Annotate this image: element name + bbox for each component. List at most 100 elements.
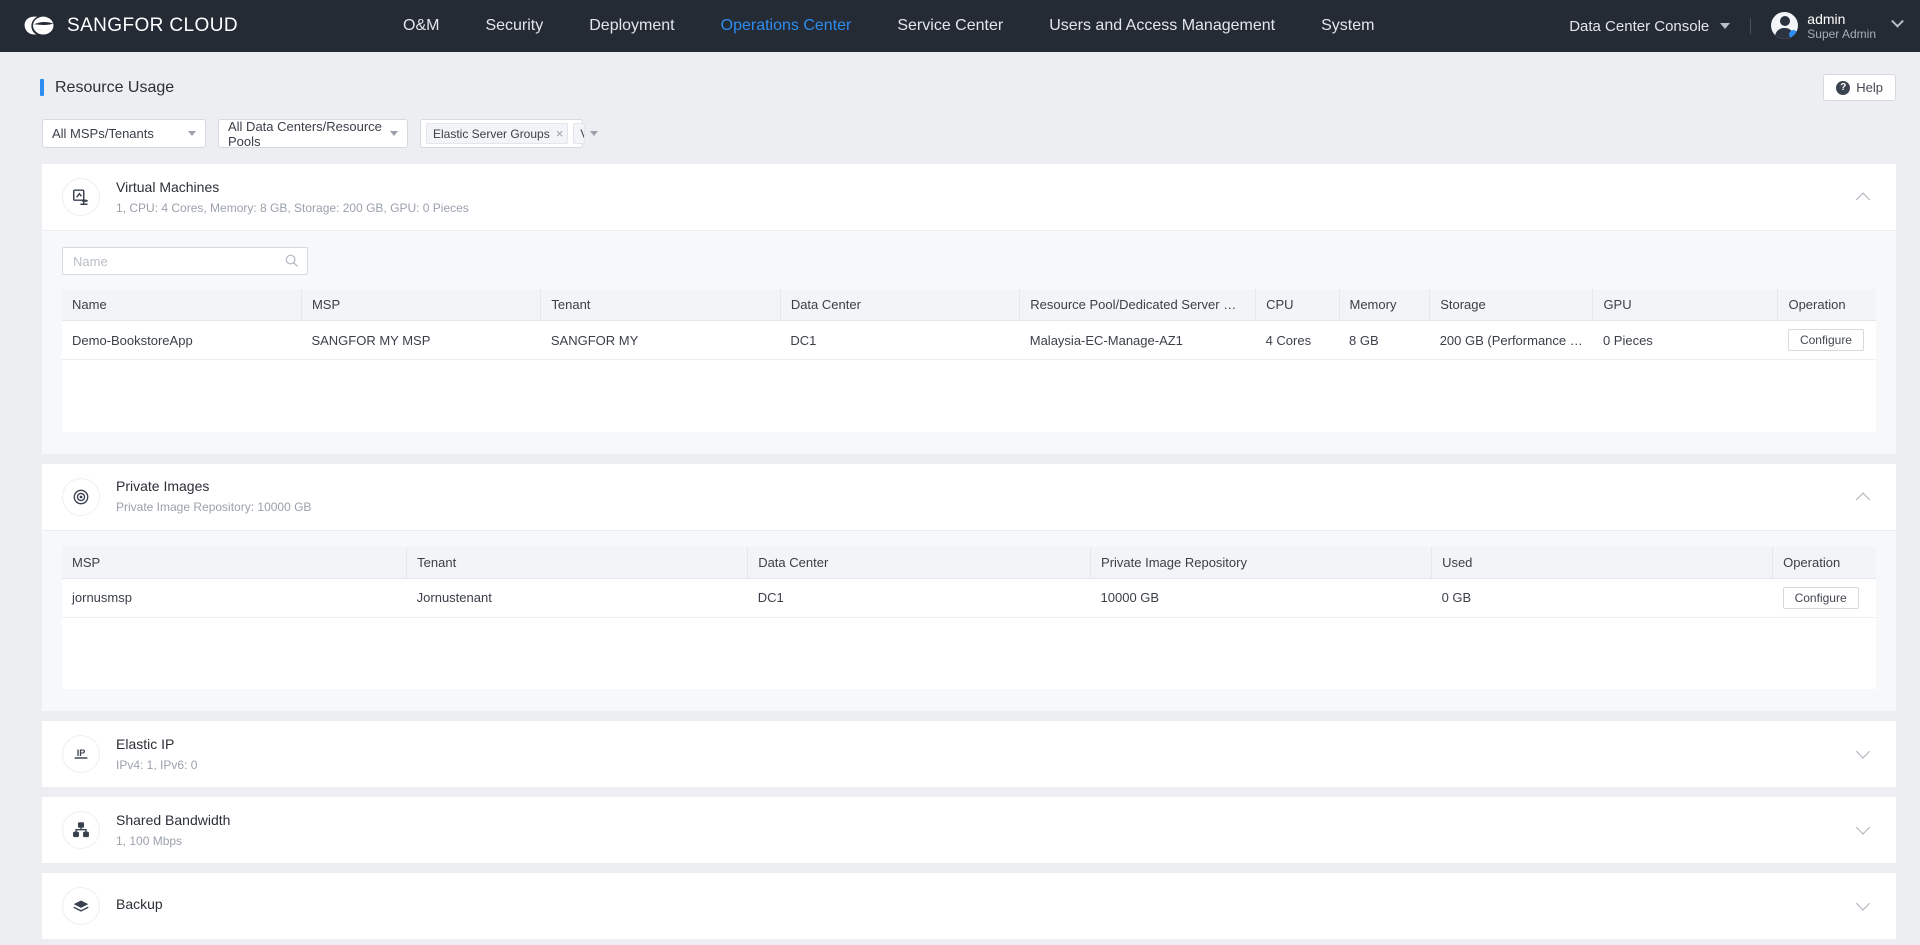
vm-col-msp: MSP <box>301 289 542 321</box>
vm-cell-memory: 8 GB <box>1339 320 1430 360</box>
configure-button[interactable]: Configure <box>1782 586 1859 609</box>
msp-tenant-filter-value: All MSPs/Tenants <box>52 126 154 141</box>
page-title: Resource Usage <box>55 78 175 96</box>
chevron-down-icon[interactable] <box>1855 820 1871 835</box>
chevron-down-icon <box>590 131 599 136</box>
pi-cell-private-image-repository: 10000 GB <box>1090 578 1432 618</box>
pi-table-header-row: MSP Tenant Data Center Private Image Rep… <box>62 546 1876 579</box>
chevron-down-icon <box>188 131 196 136</box>
vm-cell-data-center: DC1 <box>780 320 1020 360</box>
nav-item-security[interactable]: Security <box>462 0 566 52</box>
chevron-up-icon[interactable] <box>1855 192 1871 207</box>
resource-type-filter[interactable]: Elastic Server Groups × Vi <box>420 119 599 148</box>
section-subtitle: 1, CPU: 4 Cores, Memory: 8 GB, Storage: … <box>116 200 469 215</box>
chevron-up-icon[interactable] <box>1855 491 1871 507</box>
section-header-shared-bandwidth[interactable]: Shared Bandwidth 1, 100 Mbps <box>42 797 1896 863</box>
vm-cell-tenant: SANGFOR MY <box>540 320 781 360</box>
search-icon[interactable] <box>284 253 299 268</box>
section-header-backup[interactable]: Backup <box>42 873 1896 939</box>
avatar <box>1771 12 1799 40</box>
pi-col-msp: MSP <box>62 546 408 579</box>
help-button[interactable]: ? Help <box>1823 74 1896 101</box>
filter-tag-label: Elastic Server Groups <box>433 126 550 141</box>
pi-col-operation: Operation <box>1772 546 1876 579</box>
vm-col-cpu: CPU <box>1255 289 1340 321</box>
pi-col-data-center: Data Center <box>747 546 1092 579</box>
help-button-label: Help <box>1856 80 1883 95</box>
nav-right: Data Center Console admin Super Admin <box>1569 0 1904 52</box>
vm-table: Name MSP Tenant Data Center Resource Poo… <box>62 289 1876 432</box>
section-header-virtual-machines[interactable]: Virtual Machines 1, CPU: 4 Cores, Memory… <box>42 164 1896 230</box>
nav-item-deployment[interactable]: Deployment <box>566 0 697 52</box>
user-menu[interactable]: admin Super Admin <box>1771 10 1904 42</box>
virtual-machine-icon <box>62 178 100 216</box>
vm-cell-gpu: 0 Pieces <box>1592 320 1778 360</box>
nav-item-service-center[interactable]: Service Center <box>874 0 1026 52</box>
section-backup: Backup <box>42 873 1896 939</box>
pi-cell-msp: jornusmsp <box>62 578 407 618</box>
section-elastic-ip: IP Elastic IP IPv4: 1, IPv6: 0 <box>42 721 1896 787</box>
vm-cell-msp: SANGFOR MY MSP <box>301 320 541 360</box>
cloud-logo-icon <box>22 13 56 39</box>
vm-col-storage: Storage <box>1429 289 1594 321</box>
section-subtitle: IPv4: 1, IPv6: 0 <box>116 757 198 772</box>
table-filler-cell <box>62 617 1876 689</box>
user-name: admin <box>1807 10 1846 27</box>
datacenter-filter-value: All Data Centers/Resource Pools <box>228 118 382 149</box>
nav-item-operations-center[interactable]: Operations Center <box>698 0 875 52</box>
section-title: Backup <box>116 896 163 913</box>
question-mark-icon: ? <box>1836 80 1851 95</box>
brand[interactable]: SANGFOR CLOUD <box>0 13 380 39</box>
vm-cell-operation: Configure <box>1777 320 1876 360</box>
vm-cell-name: Demo-BookstoreApp <box>62 320 302 360</box>
vm-col-resource-pool: Resource Pool/Dedicated Server Group <box>1019 289 1257 321</box>
elastic-ip-icon: IP <box>62 735 100 773</box>
chevron-down-icon <box>1891 15 1904 29</box>
nav-item-system[interactable]: System <box>1298 0 1397 52</box>
filter-tag-elastic-server-groups[interactable]: Elastic Server Groups × <box>426 123 569 144</box>
nav-items: O&M Security Deployment Operations Cente… <box>380 0 1397 52</box>
table-filler-row <box>62 359 1876 432</box>
private-image-icon <box>62 477 100 516</box>
filter-bar: All MSPs/Tenants All Data Centers/Resour… <box>0 101 1920 149</box>
section-body-private-images: MSP Tenant Data Center Private Image Rep… <box>42 529 1896 711</box>
vm-search-input[interactable] <box>62 247 308 275</box>
chevron-down-icon[interactable] <box>1855 744 1871 759</box>
page-title-wrap: Resource Usage <box>40 79 174 97</box>
divider <box>1750 18 1752 34</box>
vm-table-header-row: Name MSP Tenant Data Center Resource Poo… <box>62 289 1876 321</box>
table-row[interactable]: Demo-BookstoreApp SANGFOR MY MSP SANGFOR… <box>62 320 1876 360</box>
vm-cell-storage: 200 GB (Performance S... <box>1429 320 1593 360</box>
vm-col-operation: Operation <box>1777 289 1876 321</box>
section-subtitle: 1, 100 Mbps <box>116 833 183 848</box>
nav-item-om[interactable]: O&M <box>380 0 462 52</box>
pi-cell-operation: Configure <box>1772 578 1876 618</box>
table-filler-row <box>62 617 1876 689</box>
nav-item-users-and-access-management[interactable]: Users and Access Management <box>1026 0 1298 52</box>
pi-col-tenant: Tenant <box>406 546 749 579</box>
section-header-elastic-ip[interactable]: IP Elastic IP IPv4: 1, IPv6: 0 <box>42 721 1896 787</box>
msp-tenant-filter[interactable]: All MSPs/Tenants <box>42 119 206 148</box>
section-header-private-images[interactable]: Private Images Private Image Repository:… <box>42 464 1896 530</box>
table-row[interactable]: jornusmsp Jornustenant DC1 10000 GB 0 GB… <box>62 578 1876 618</box>
pi-cell-used: 0 GB <box>1431 578 1773 618</box>
chevron-down-icon <box>1720 23 1731 29</box>
page-header: Resource Usage ? Help <box>0 52 1920 101</box>
vm-col-memory: Memory <box>1339 289 1431 321</box>
chevron-down-icon[interactable] <box>1855 896 1871 911</box>
section-private-images: Private Images Private Image Repository:… <box>42 463 1896 711</box>
pi-col-private-image-repository: Private Image Repository <box>1090 546 1433 579</box>
svg-text:IP: IP <box>77 748 86 758</box>
section-title: Private Images <box>116 478 210 495</box>
section-body-virtual-machines: Name MSP Tenant Data Center Resource Poo… <box>42 230 1896 454</box>
filter-tag-overflow[interactable]: Vi <box>573 123 586 144</box>
user-role: Super Admin <box>1807 27 1876 42</box>
close-icon[interactable]: × <box>556 127 564 140</box>
pi-cell-tenant: Jornustenant <box>406 578 748 618</box>
vm-col-tenant: Tenant <box>540 289 781 321</box>
datacenter-filter[interactable]: All Data Centers/Resource Pools <box>218 118 408 149</box>
configure-button[interactable]: Configure <box>1787 329 1864 351</box>
section-title: Elastic IP <box>116 735 175 752</box>
console-selector[interactable]: Data Center Console <box>1569 18 1731 35</box>
section-subtitle: Private Image Repository: 10000 GB <box>116 500 312 515</box>
